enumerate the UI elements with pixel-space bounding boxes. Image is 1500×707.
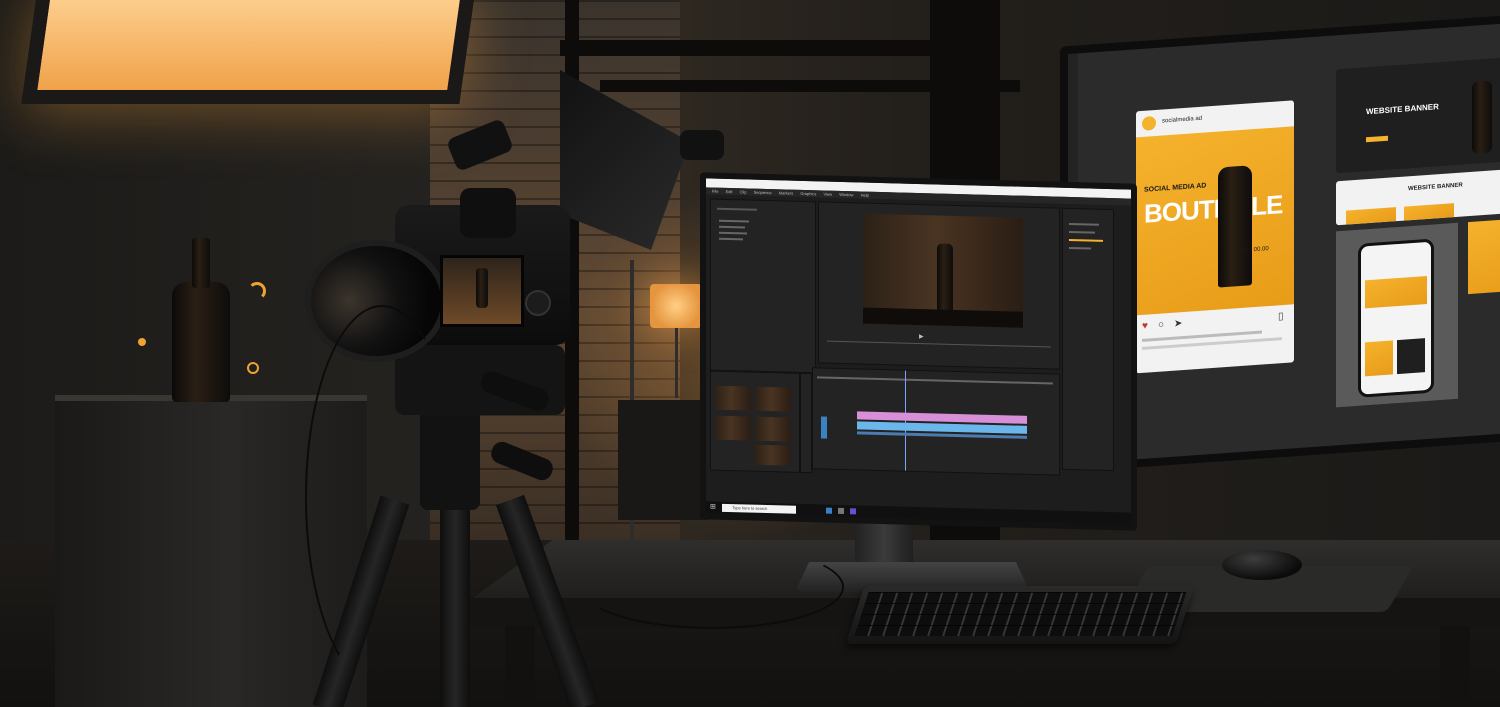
time-ruler[interactable] <box>817 376 1053 385</box>
clip-thumbnail[interactable] <box>755 386 791 412</box>
share-icon[interactable]: ➤ <box>1174 318 1182 330</box>
bottle-neck <box>192 238 210 288</box>
bottle-icon <box>476 268 488 308</box>
menu-sequence[interactable]: Sequence <box>754 190 772 195</box>
menu-clip[interactable]: Clip <box>740 189 747 194</box>
lamp-stand <box>675 328 678 398</box>
ceiling-beam <box>560 40 980 56</box>
cable <box>580 545 844 629</box>
camera-viewfinder <box>460 188 516 238</box>
mobile-mockup-frame <box>1336 222 1458 408</box>
computer-mouse[interactable] <box>1222 550 1302 580</box>
social-media-card: socialmedia ad SOCIAL MEDIA AD BOUTEILLE… <box>1136 100 1294 374</box>
banner-button[interactable] <box>1366 135 1388 143</box>
bookmark-icon[interactable]: ▯ <box>1278 311 1284 322</box>
studio-scene: socialmedia ad SOCIAL MEDIA AD BOUTEILLE… <box>0 0 1500 707</box>
camera-lcd <box>440 255 524 327</box>
list-item[interactable] <box>719 231 747 235</box>
social-handle: socialmedia ad <box>1162 115 1203 125</box>
website-banner-light: WEBSITE BANNER <box>1336 168 1500 226</box>
track-target[interactable] <box>821 416 827 439</box>
bottle-icon <box>1218 165 1252 288</box>
spotlight-icon <box>680 130 724 160</box>
taskbar-app-icon[interactable] <box>838 507 844 515</box>
desk-leg <box>505 626 535 707</box>
desktop-monitor: File Edit Clip Sequence Markers Graphics… <box>700 172 1137 531</box>
ad-headline: BOUTEILLE <box>1144 189 1283 229</box>
property-row[interactable] <box>1069 222 1099 226</box>
heart-icon[interactable]: ♥ <box>1142 320 1148 331</box>
clip-thumbnail[interactable] <box>715 385 751 411</box>
spark <box>138 338 146 346</box>
website-banner: WEBSITE BANNER <box>1336 56 1500 174</box>
bottle-icon <box>1472 80 1492 154</box>
avatar <box>1142 115 1156 131</box>
taskbar-search[interactable]: Type here to search <box>722 503 796 514</box>
property-row[interactable] <box>1069 238 1103 242</box>
clip-thumbnail[interactable] <box>755 416 791 442</box>
monitor-screen: File Edit Clip Sequence Markers Graphics… <box>706 178 1131 525</box>
scrubber-bar[interactable] <box>827 340 1051 348</box>
spark <box>248 282 266 300</box>
clip-thumbnail[interactable] <box>715 415 751 441</box>
banner-tile <box>1346 207 1396 225</box>
keyboard[interactable] <box>845 586 1195 644</box>
panel-tab[interactable] <box>717 207 757 211</box>
comment-icon[interactable]: ○ <box>1158 319 1164 330</box>
menu-edit[interactable]: Edit <box>726 189 733 194</box>
spark <box>247 362 259 374</box>
phone-mockup <box>1358 238 1434 398</box>
list-item[interactable] <box>719 219 749 223</box>
menu-window[interactable]: Window <box>839 192 853 197</box>
menu-file[interactable]: File <box>712 189 718 194</box>
keyboard-keys[interactable] <box>854 592 1187 636</box>
preview-table <box>863 307 1023 328</box>
tools-panel <box>800 372 812 474</box>
ad-tile <box>1468 217 1500 295</box>
clip-thumbnail[interactable] <box>755 444 791 466</box>
list-item[interactable] <box>719 225 745 229</box>
bottle-icon <box>172 282 230 402</box>
phone-tile <box>1365 340 1393 377</box>
project-bin-panel <box>710 370 800 473</box>
play-icon[interactable]: ▶ <box>919 333 924 340</box>
camera-cable <box>305 305 459 689</box>
property-row[interactable] <box>1069 246 1091 250</box>
menu-help[interactable]: Help <box>861 192 869 197</box>
list-item[interactable] <box>719 237 743 241</box>
menu-markers[interactable]: Markers <box>779 190 793 195</box>
floor-lamp <box>650 284 702 328</box>
banner-title: WEBSITE BANNER <box>1366 102 1439 117</box>
properties-panel <box>1062 207 1114 472</box>
timeline-panel <box>812 367 1060 476</box>
phone-tile <box>1397 338 1425 375</box>
ad-overlay: SOCIAL MEDIA AD <box>1144 182 1207 194</box>
program-monitor-panel: ▶ <box>818 201 1060 370</box>
effects-panel <box>710 198 816 374</box>
bottle-icon <box>937 243 953 316</box>
taskbar-app-icon[interactable] <box>826 507 832 514</box>
windows-start-icon[interactable]: ⊞ <box>710 504 718 512</box>
banner-subtitle: WEBSITE BANNER <box>1408 182 1463 193</box>
taskbar: ⊞ Type here to search <box>706 501 1131 525</box>
desk-leg <box>1440 626 1470 707</box>
camera-dial[interactable] <box>525 290 551 316</box>
side-cabinet <box>618 400 708 520</box>
softbox-light <box>21 0 477 104</box>
ad-price: $0 / 00.00 <box>1242 246 1269 254</box>
banner-tile <box>1404 203 1454 221</box>
menu-view[interactable]: View <box>823 192 832 197</box>
property-row[interactable] <box>1069 230 1095 234</box>
video-preview <box>863 213 1023 328</box>
menu-graphics[interactable]: Graphics <box>800 191 816 196</box>
taskbar-app-icon[interactable] <box>850 508 856 515</box>
ad-image: SOCIAL MEDIA AD BOUTEILLE $0 / 00.00 <box>1136 126 1294 316</box>
phone-hero <box>1365 275 1427 309</box>
